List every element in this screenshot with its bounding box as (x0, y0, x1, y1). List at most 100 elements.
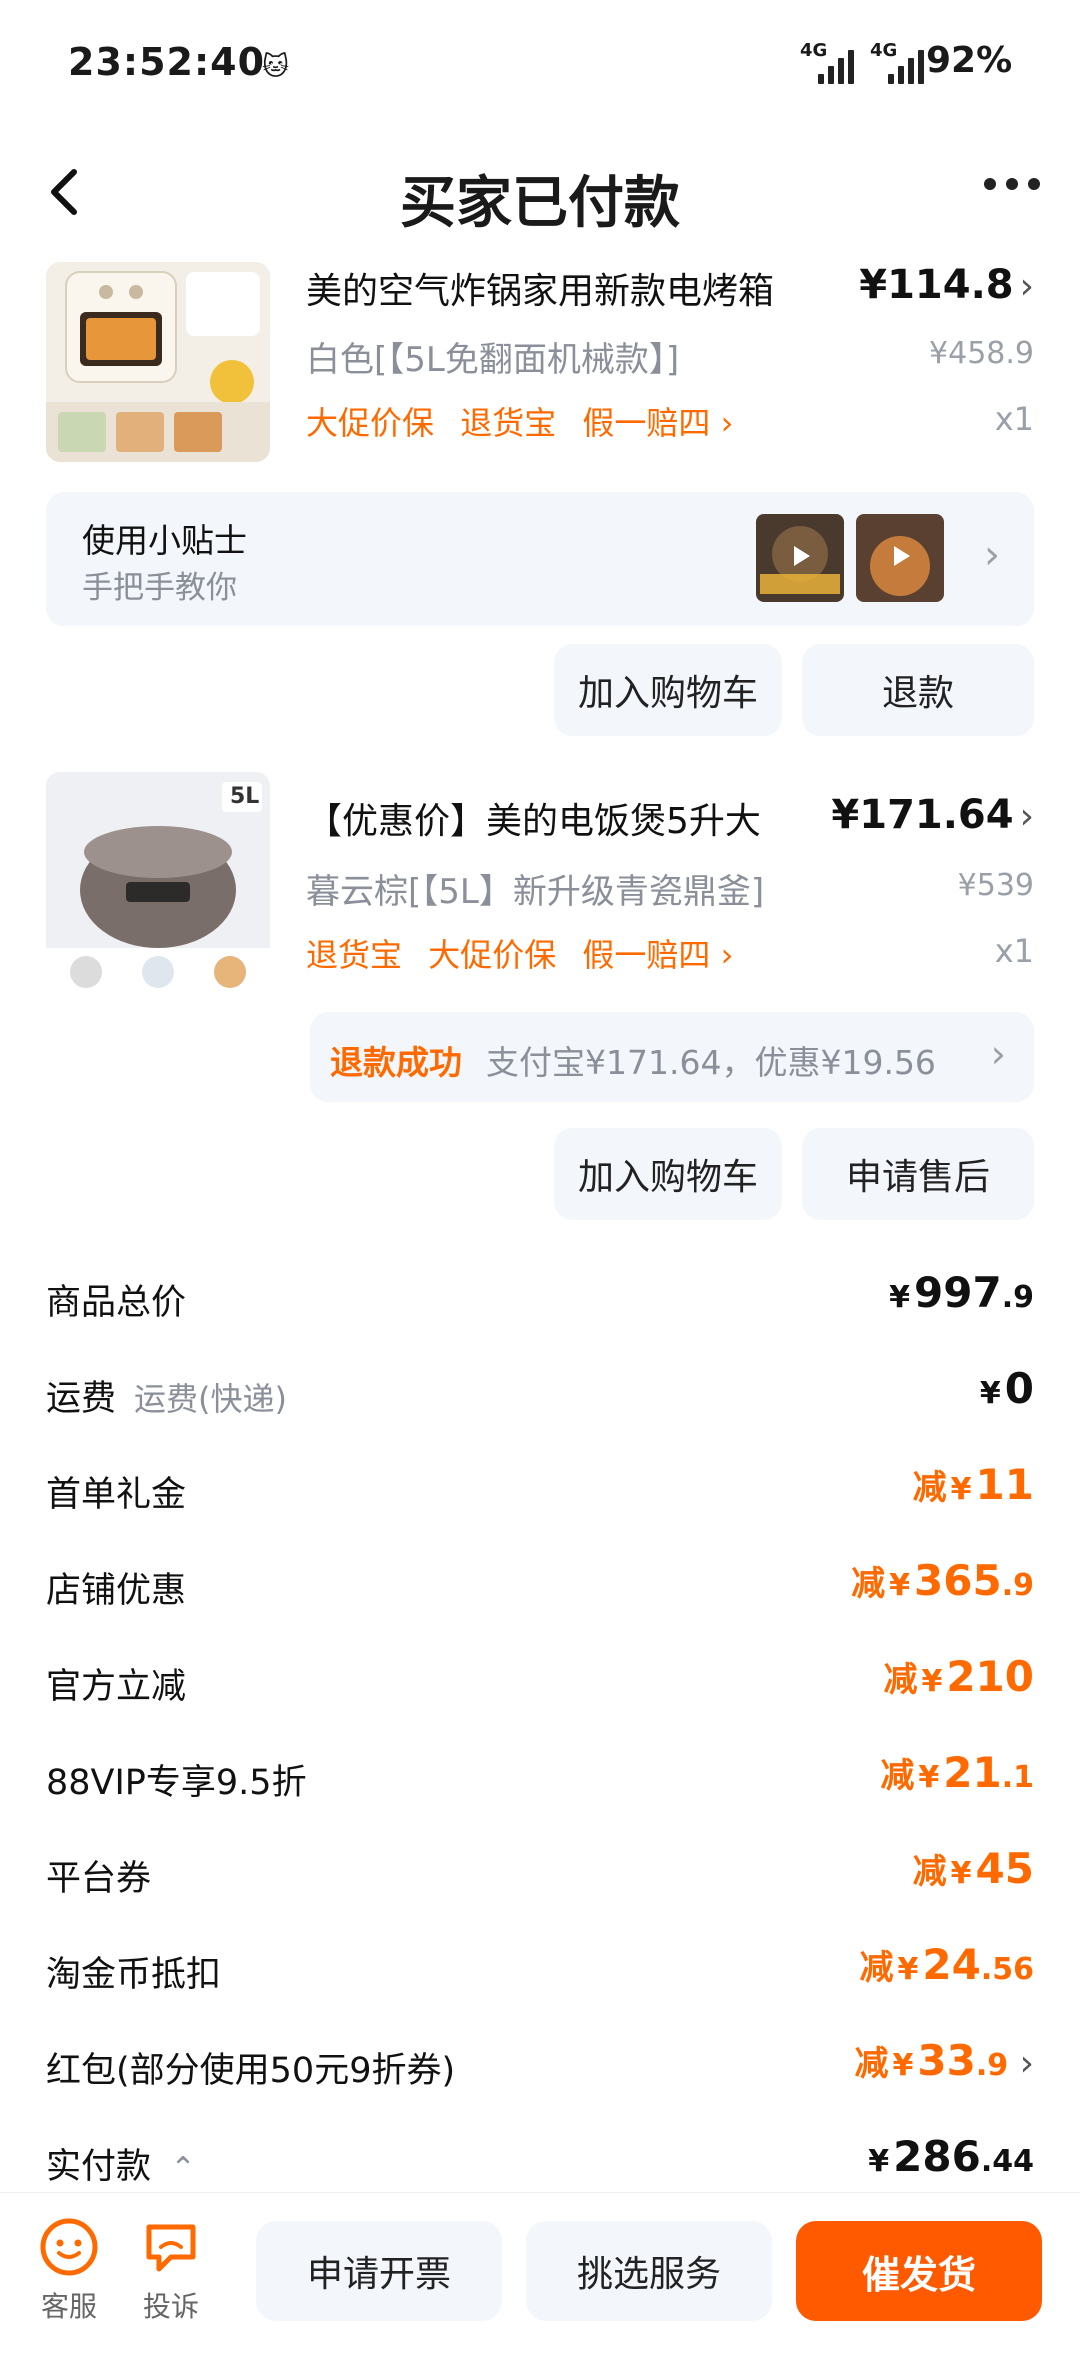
page-title: 买家已付款 (400, 171, 680, 236)
add-to-cart-button[interactable]: 加入购物车 (554, 1128, 782, 1220)
tips-subtitle: 手把手教你 (82, 570, 237, 606)
currency-symbol: ¥ (889, 1568, 911, 1603)
currency-symbol: ¥ (950, 1472, 972, 1507)
video-thumbnail[interactable] (856, 514, 944, 602)
amount-integer: 11 (975, 1460, 1034, 1509)
chevron-right-icon: › (1008, 2043, 1034, 2084)
amount-integer: 24 (922, 1940, 981, 1989)
cost-row: 官方立减 减 ¥210 (46, 1652, 1034, 1712)
service-tags[interactable]: 大促价保 退货宝 假一赔四 › (306, 398, 733, 444)
chevron-up-icon[interactable]: ⌃ (161, 2151, 196, 2186)
cost-value: ¥997.9 (885, 1268, 1034, 1317)
cost-value: 减 ¥33.9 › (855, 2036, 1034, 2085)
cost-sublabel: 运费(快递) (134, 1380, 287, 1418)
cost-label: 店铺优惠 (46, 1562, 186, 1613)
original-price: ¥539 (957, 868, 1034, 903)
cost-label: 首单礼金 (46, 1466, 186, 1517)
refund-status-bar[interactable]: 退款成功 支付宝¥171.64，优惠¥19.56 › (310, 1012, 1034, 1102)
bottom-action-bar: 客服 投诉 申请开票 挑选服务 催发货 (0, 2192, 1080, 2363)
cost-label-text: 商品总价 (46, 1283, 187, 1323)
product-title[interactable]: 美的空气炸锅家用新款电烤箱 (306, 262, 774, 314)
cost-row[interactable]: 红包(部分使用50元9折券) 减 ¥33.9 › (46, 2036, 1034, 2096)
customer-service-label: 客服 (40, 2290, 97, 2323)
cost-label-text: 平台券 (46, 1859, 152, 1899)
currency-symbol: ¥ (950, 1856, 972, 1891)
original-price: ¥458.9 (929, 336, 1034, 371)
cost-label: 红包(部分使用50元9折券) (46, 2042, 455, 2093)
cost-label-text: 店铺优惠 (46, 1571, 187, 1611)
invoice-button[interactable]: 申请开票 (256, 2221, 502, 2321)
discount-prefix: 减 (912, 1852, 947, 1892)
currency-symbol: ¥ (892, 2048, 914, 2083)
amount-integer: 365 (914, 1556, 1002, 1605)
service-tag: 大促价保 (306, 404, 435, 442)
video-thumbnail[interactable] (756, 514, 844, 602)
product-image[interactable]: 5L (46, 772, 270, 996)
customer-service-icon (40, 2218, 98, 2276)
amount-integer: 210 (946, 1652, 1034, 1701)
cost-label: 商品总价 (46, 1274, 186, 1325)
product-qty: x1 (994, 400, 1034, 438)
refund-info: 支付宝¥171.64，优惠¥19.56 (486, 1043, 936, 1082)
amount-integer: 21 (943, 1748, 1002, 1797)
more-menu-icon[interactable] (984, 178, 1040, 190)
product-qty: x1 (994, 932, 1034, 970)
amount-decimal: .9 (1001, 1568, 1034, 1603)
cost-label: 运费 运费(快递) (46, 1370, 287, 1421)
status-bar: 23:52:40 🐱 4G 4G 92% (0, 0, 1080, 130)
cost-label: 官方立减 (46, 1658, 186, 1709)
customer-service-button[interactable]: 客服 (24, 2217, 114, 2325)
currency-symbol: ¥ (921, 1664, 943, 1699)
after-sale-button[interactable]: 申请售后 (802, 1128, 1034, 1220)
amount-decimal: .1 (1001, 1760, 1034, 1795)
network-label: 4G (800, 40, 828, 61)
complaint-label: 投诉 (142, 2290, 199, 2323)
product-title[interactable]: 【优惠价】美的电饭煲5升大 (306, 792, 761, 844)
product-price[interactable]: ¥171.64 › (831, 792, 1034, 838)
battery-level: 92% (926, 40, 1013, 81)
product-image[interactable] (46, 262, 270, 462)
amount-integer: 997 (914, 1268, 1002, 1317)
urge-shipping-button[interactable]: 催发货 (796, 2221, 1042, 2321)
product-sku: 暮云棕[【5L】新升级青瓷鼎釜] (306, 872, 765, 912)
cost-row: 首单礼金 减 ¥11 (46, 1460, 1034, 1520)
cost-value: 减 ¥210 (883, 1652, 1034, 1701)
cost-label-text: 淘金币抵扣 (46, 1955, 222, 1995)
chevron-right-icon: › (720, 404, 734, 442)
service-tag: 假一赔四 (582, 404, 711, 442)
cost-row: 88VIP专享9.5折 减 ¥21.1 (46, 1748, 1034, 1808)
product-price[interactable]: ¥114.8 › (859, 262, 1034, 308)
currency-symbol: ¥ (979, 1376, 1001, 1411)
select-service-button[interactable]: 挑选服务 (526, 2221, 772, 2321)
refund-button[interactable]: 退款 (802, 644, 1034, 736)
amount-integer: 0 (1004, 1364, 1034, 1413)
cost-label-text: 红包(部分使用50元9折券) (46, 2051, 456, 2091)
usage-tips-card[interactable]: 使用小贴士 手把手教你 › (46, 492, 1034, 626)
currency-symbol: ¥ (868, 2144, 890, 2179)
service-tag: 退货宝 (460, 404, 557, 442)
status-time: 23:52:40 (68, 40, 266, 84)
discount-prefix: 减 (912, 1468, 947, 1508)
tips-title: 使用小贴士 (82, 521, 247, 560)
complaint-icon (146, 2224, 196, 2272)
thumb-badge: 5L (230, 784, 260, 809)
discount-prefix: 减 (880, 1756, 915, 1796)
product-sku: 白色[【5L免翻面机械款】] (306, 340, 680, 380)
refund-status: 退款成功 (330, 1043, 462, 1082)
service-tag: 退货宝 (306, 936, 403, 974)
cost-label: 88VIP专享9.5折 (46, 1754, 307, 1805)
discount-prefix: 减 (854, 2044, 889, 2084)
chevron-right-icon: › (990, 1032, 1006, 1076)
cost-value: 减 ¥365.9 (851, 1556, 1034, 1605)
cost-label-text: 88VIP专享9.5折 (46, 1763, 307, 1803)
cost-row[interactable]: 实付款 ⌃ ¥286.44 (46, 2132, 1034, 2192)
cost-label: 平台券 (46, 1850, 151, 1901)
complaint-button[interactable]: 投诉 (126, 2217, 216, 2325)
service-tags[interactable]: 退货宝 大促价保 假一赔四 › (306, 930, 733, 976)
cost-label: 实付款 ⌃ (46, 2138, 196, 2189)
currency-symbol: ¥ (918, 1760, 940, 1795)
currency-symbol: ¥ (889, 1280, 911, 1315)
add-to-cart-button[interactable]: 加入购物车 (554, 644, 782, 736)
cost-value: 减 ¥24.56 (860, 1940, 1034, 1989)
amount-decimal: .9 (1001, 1280, 1034, 1315)
